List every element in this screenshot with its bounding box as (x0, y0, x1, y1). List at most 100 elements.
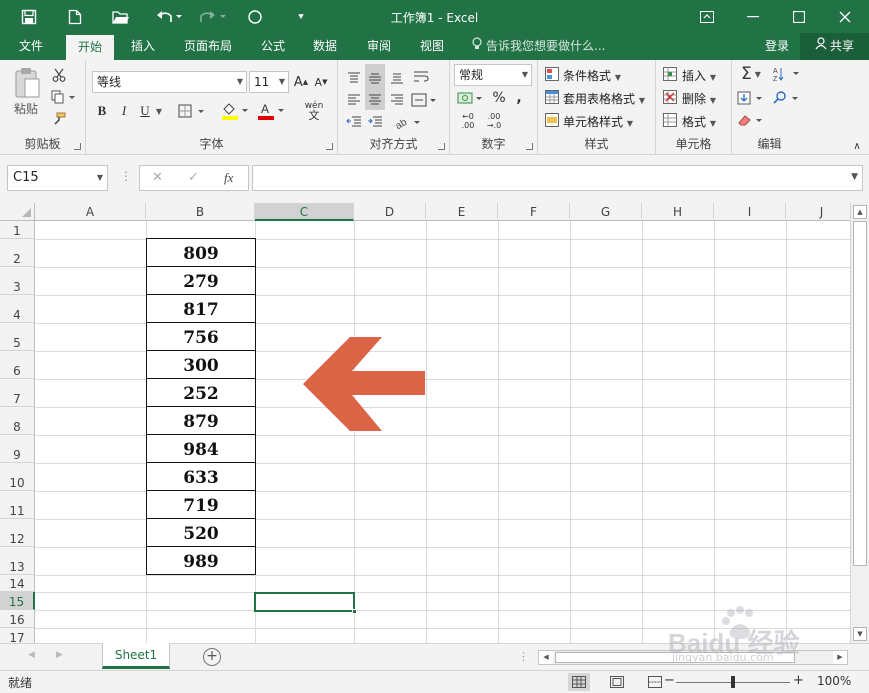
minimize-button[interactable] (730, 0, 776, 33)
align-middle-icon[interactable] (365, 64, 385, 92)
zoom-level[interactable]: 100% (817, 674, 851, 688)
font-color-icon[interactable]: A (256, 100, 288, 122)
column-header-e[interactable]: E (426, 203, 498, 221)
insert-cells-button[interactable]: 插入 ▼ (682, 67, 716, 84)
collapse-ribbon-icon[interactable]: ∧ (850, 140, 864, 152)
row-header-8[interactable]: 8 (0, 407, 35, 435)
row-header-7[interactable]: 7 (0, 379, 35, 407)
share-button[interactable]: 共享 (800, 33, 869, 60)
align-bottom-icon[interactable] (387, 68, 407, 88)
cell-b7[interactable]: 252 (146, 378, 256, 407)
cell-b6[interactable]: 300 (146, 350, 256, 379)
cell-b3[interactable]: 279 (146, 266, 256, 295)
tab-page-layout[interactable]: 页面布局 (175, 33, 241, 60)
normal-view-icon[interactable] (568, 673, 590, 691)
expand-formula-bar-icon[interactable]: ▼ (851, 172, 858, 182)
increase-indent-icon[interactable] (365, 112, 385, 132)
column-header-f[interactable]: F (498, 203, 570, 221)
row-header-12[interactable]: 12 (0, 519, 35, 547)
column-header-d[interactable]: D (354, 203, 426, 221)
row-header-15[interactable]: 15 (0, 592, 35, 610)
align-center-icon[interactable] (365, 90, 385, 110)
row-header-11[interactable]: 11 (0, 491, 35, 519)
font-size-dropdown[interactable]: 11 ▼ (249, 71, 289, 93)
maximize-button[interactable] (776, 0, 822, 33)
format-cells-button[interactable]: 格式 ▼ (682, 113, 716, 130)
tab-split-grip-icon[interactable]: ⋮ (518, 650, 529, 663)
increase-font-size-icon[interactable]: A ▲ (292, 73, 310, 91)
column-header-h[interactable]: H (642, 203, 714, 221)
autosum-icon[interactable]: Σ ▼ (736, 64, 766, 84)
zoom-in-icon[interactable]: + (793, 673, 804, 688)
bold-button[interactable]: B (93, 102, 111, 120)
row-header-14[interactable]: 14 (0, 575, 35, 592)
row-header-2[interactable]: 2 (0, 239, 35, 267)
format-painter-icon[interactable] (50, 110, 68, 128)
row-header-4[interactable]: 4 (0, 295, 35, 323)
percent-style-icon[interactable]: % (490, 88, 508, 108)
active-cell-c15[interactable] (254, 592, 357, 614)
copy-icon[interactable] (50, 88, 78, 106)
horizontal-scrollbar[interactable]: ◀ ▶ (538, 650, 848, 665)
tab-home[interactable]: 开始 (66, 35, 114, 60)
login-link[interactable]: 登录 (765, 33, 789, 60)
vertical-scroll-thumb[interactable] (853, 221, 867, 566)
add-sheet-icon[interactable]: + (203, 648, 221, 666)
clipboard-dialog-launcher[interactable] (74, 143, 81, 150)
scroll-up-icon[interactable]: ▲ (853, 205, 867, 219)
row-header-9[interactable]: 9 (0, 435, 35, 463)
decrease-font-size-icon[interactable]: A ▼ (312, 73, 330, 91)
paste-label[interactable]: 粘贴 (14, 100, 38, 117)
cell-b12[interactable]: 520 (146, 518, 256, 547)
format-as-table-button[interactable]: 套用表格格式 ▼ (563, 90, 645, 107)
paste-icon[interactable] (10, 66, 44, 100)
worksheet-grid[interactable]: A B C D E F G H I J 1 2 3 4 5 6 7 8 9 10… (0, 203, 850, 643)
fill-handle[interactable] (352, 609, 357, 614)
align-left-icon[interactable] (344, 90, 364, 110)
confirm-entry-icon[interactable]: ✓ (188, 170, 199, 185)
column-header-a[interactable]: A (35, 203, 146, 221)
underline-dropdown-icon[interactable]: ▼ (154, 102, 164, 120)
borders-icon[interactable] (176, 102, 210, 120)
align-right-icon[interactable] (387, 90, 407, 110)
conditional-formatting-button[interactable]: 条件格式 ▼ (563, 67, 621, 84)
insert-function-icon[interactable]: fx (224, 170, 233, 186)
tab-view[interactable]: 视图 (409, 33, 455, 60)
cell-b9[interactable]: 984 (146, 434, 256, 463)
row-header-1[interactable]: 1 (0, 221, 35, 239)
phonetic-guide-icon[interactable]: wén 文 (300, 100, 328, 122)
cell-b13[interactable]: 989 (146, 546, 256, 575)
scroll-left-icon[interactable]: ◀ (539, 651, 553, 664)
horizontal-scroll-thumb[interactable] (555, 652, 795, 663)
decrease-indent-icon[interactable] (344, 112, 364, 132)
cell-styles-button[interactable]: 单元格样式 ▼ (563, 113, 633, 130)
italic-button[interactable]: I (115, 102, 133, 120)
formula-input[interactable]: ▼ (252, 165, 863, 191)
cell-b11[interactable]: 719 (146, 490, 256, 519)
sheet-tab-sheet1[interactable]: Sheet1 (102, 643, 170, 669)
close-button[interactable] (822, 0, 868, 33)
scroll-right-icon[interactable]: ▶ (833, 651, 847, 664)
number-dialog-launcher[interactable] (526, 143, 533, 150)
tell-me-search[interactable]: 告诉我您想要做什么... (472, 33, 605, 60)
fill-color-icon[interactable] (220, 100, 252, 122)
merge-center-icon[interactable] (410, 90, 440, 110)
currency-format-icon[interactable] (456, 88, 486, 108)
clear-icon[interactable] (736, 110, 766, 130)
decrease-decimal-icon[interactable]: .00 →.0 (482, 110, 506, 132)
tab-data[interactable]: 数据 (302, 33, 348, 60)
tab-formulas[interactable]: 公式 (250, 33, 296, 60)
tab-file[interactable]: 文件 (8, 33, 54, 60)
find-select-icon[interactable] (772, 88, 802, 108)
cell-b2[interactable]: 809 (146, 238, 256, 267)
column-header-c[interactable]: C (255, 203, 354, 221)
increase-decimal-icon[interactable]: ←0.00 (456, 110, 480, 132)
alignment-dialog-launcher[interactable] (438, 143, 445, 150)
zoom-slider[interactable] (676, 676, 790, 688)
column-header-g[interactable]: G (570, 203, 642, 221)
column-header-b[interactable]: B (146, 203, 255, 221)
sort-filter-icon[interactable]: AZ (772, 64, 802, 84)
cancel-entry-icon[interactable]: ✕ (152, 170, 163, 185)
comma-style-icon[interactable]: , (510, 88, 528, 108)
row-header-3[interactable]: 3 (0, 267, 35, 295)
